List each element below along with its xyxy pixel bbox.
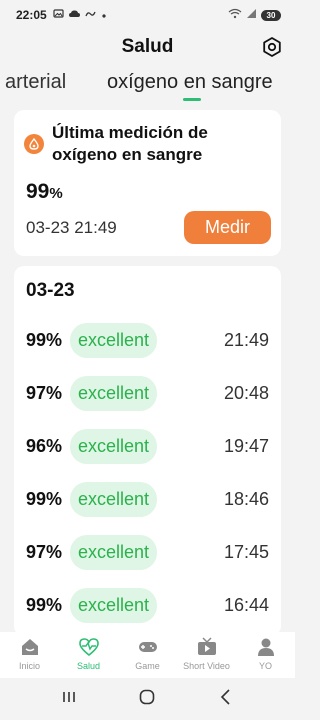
status-badge: excellent [70, 429, 158, 464]
reading-time: 20:48 [223, 383, 269, 403]
reading-time: 19:47 [223, 436, 269, 456]
recent-apps-icon[interactable] [60, 689, 78, 710]
gear-icon[interactable] [261, 36, 283, 58]
tv-icon [196, 637, 218, 657]
latest-value-unit: % [49, 185, 63, 202]
status-badge: excellent [70, 323, 158, 358]
home-button-icon[interactable] [138, 688, 156, 711]
status-bar: 22:05 30 [0, 0, 295, 30]
home-icon [19, 637, 41, 657]
status-badge: excellent [70, 482, 158, 517]
latest-value-number: 99 [26, 180, 50, 203]
signal-icon [246, 8, 257, 22]
battery-icon: 30 [261, 9, 281, 21]
reading-value: 99% [26, 330, 63, 350]
person-icon [255, 637, 277, 657]
tab-bar: arterial oxígeno en sangre [0, 66, 295, 104]
system-nav-bar [0, 678, 295, 720]
list-item[interactable]: 99% excellent 21:49 [14, 323, 281, 359]
photo-icon [53, 8, 64, 22]
list-item[interactable]: 96% excellent 19:47 [14, 429, 281, 465]
latest-value: 99% [26, 180, 63, 204]
reading-time: 21:49 [223, 330, 269, 350]
nav-label: Short Video [183, 661, 230, 671]
reading-time: 17:45 [223, 542, 269, 562]
nav-item-yo[interactable]: YO [236, 632, 295, 678]
active-tab-indicator [183, 98, 201, 101]
reading-value: 97% [26, 383, 63, 403]
bottom-nav: Inicio Salud Game Short Video YO [0, 632, 295, 678]
wifi-icon [228, 8, 242, 22]
gamepad-icon [137, 637, 159, 657]
status-badge: excellent [70, 376, 158, 411]
list-item[interactable]: 99% excellent 16:44 [14, 588, 281, 624]
reading-value: 96% [26, 436, 63, 456]
app-header: Salud [0, 30, 295, 64]
reading-value: 97% [26, 542, 63, 562]
history-date: 03-23 [26, 280, 75, 301]
status-right: 30 [228, 8, 281, 22]
nav-label: Game [135, 661, 160, 671]
nav-item-short-video[interactable]: Short Video [177, 632, 236, 678]
status-badge: excellent [70, 588, 158, 623]
list-item[interactable]: 97% excellent 17:45 [14, 535, 281, 571]
measure-button[interactable]: Medir [184, 211, 271, 244]
link-icon [85, 8, 96, 22]
back-icon[interactable] [217, 688, 235, 711]
reading-value: 99% [26, 489, 63, 509]
blood-oxygen-icon [24, 134, 44, 154]
cloud-icon [68, 8, 81, 22]
nav-label: YO [258, 661, 272, 671]
latest-measurement-title: Última medición de oxígeno en sangre [52, 123, 208, 164]
status-badge: excellent [70, 535, 158, 570]
history-card: 03-23 99% excellent 21:49 97% excellent … [14, 266, 281, 636]
list-item[interactable]: 99% excellent 18:46 [14, 482, 281, 518]
reading-value: 99% [26, 595, 63, 615]
nav-item-salud[interactable]: Salud [59, 632, 118, 678]
tab-blood-oxygen[interactable]: oxígeno en sangre [107, 71, 273, 94]
nav-label: Salud [76, 661, 101, 671]
nav-item-game[interactable]: Game [118, 632, 177, 678]
reading-time: 18:46 [223, 489, 269, 509]
tab-arterial[interactable]: arterial [5, 71, 66, 94]
notification-dot-icon [100, 8, 108, 22]
status-left: 22:05 [16, 8, 108, 22]
latest-measurement-card: Última medición de oxígeno en sangre 99%… [14, 110, 281, 256]
nav-item-inicio[interactable]: Inicio [0, 632, 59, 678]
heart-pulse-icon [78, 637, 100, 657]
list-item[interactable]: 97% excellent 20:48 [14, 376, 281, 412]
latest-datetime: 03-23 21:49 [26, 218, 117, 237]
nav-label: Inicio [18, 661, 40, 671]
page-title: Salud [121, 36, 174, 57]
reading-time: 16:44 [223, 595, 269, 615]
status-time: 22:05 [16, 8, 47, 22]
